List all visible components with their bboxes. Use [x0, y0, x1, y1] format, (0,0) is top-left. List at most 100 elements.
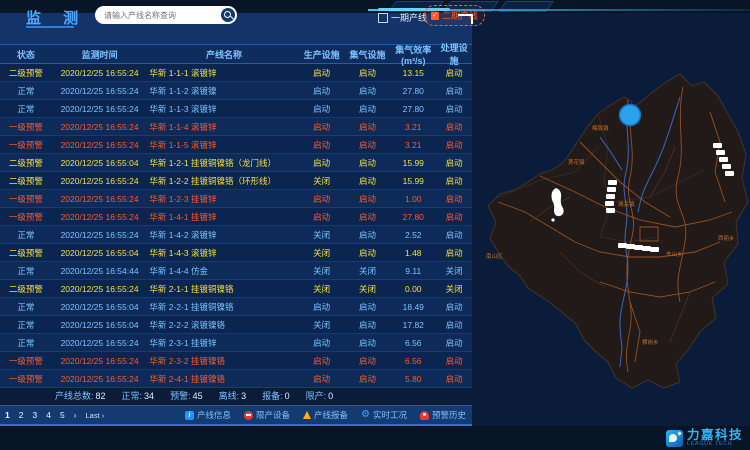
table-row[interactable]: 正常2020/12/25 16:55:24华新 1-1-3 滚镀锌启动启动27.… — [0, 100, 472, 118]
cell-name: 华新 1-2-1 挂镀铜镍铬（龙门线） — [147, 157, 298, 169]
cell-time: 2020/12/25 16:55:24 — [52, 122, 148, 132]
corner-bracket-decor — [458, 14, 473, 24]
page-button-3[interactable]: 3 — [32, 410, 37, 420]
cell-production: 启动 — [299, 301, 345, 313]
cell-efficiency: 6.56 — [390, 338, 436, 348]
cell-efficiency: 15.99 — [390, 158, 436, 168]
white-dot-marker — [551, 218, 554, 221]
cell-production: 启动 — [299, 211, 345, 223]
cell-time: 2020/12/25 16:55:24 — [52, 176, 148, 186]
cell-status: 正常 — [0, 337, 52, 349]
summary-item: 预警:45 — [170, 389, 203, 402]
table-row[interactable]: 一级预警2020/12/25 16:55:24华新 1-4-1 挂镀锌启动启动2… — [0, 208, 472, 226]
page-button-4[interactable]: 4 — [46, 410, 51, 420]
cell-gas-facility: 启动 — [345, 103, 391, 115]
cell-gas-facility: 启动 — [345, 121, 391, 133]
table-row[interactable]: 二级预警2020/12/25 16:55:04华新 1-2-1 挂镀铜镍铬（龙门… — [0, 154, 472, 172]
last-page-button[interactable]: Last › — [86, 411, 105, 420]
cell-name: 华新 1-1-4 滚镀锌 — [147, 121, 298, 133]
cell-gas-facility: 启动 — [345, 337, 391, 349]
cell-status: 一级预警 — [0, 211, 52, 223]
cell-production: 启动 — [299, 121, 345, 133]
table-row[interactable]: 正常2020/12/25 16:55:24华新 1-1-2 滚镀镍启动启动27.… — [0, 82, 472, 100]
phase2-button[interactable]: ✓ 二期产线 — [424, 5, 485, 26]
table-row[interactable]: 一级预警2020/12/25 16:55:24华新 1-1-5 滚镀锌启动启动3… — [0, 136, 472, 154]
table-row[interactable]: 一级预警2020/12/25 16:55:24华新 2-3-2 挂镀镍铬启动启动… — [0, 352, 472, 370]
cell-gas-facility: 启动 — [345, 301, 391, 313]
col-gas: 集气设施 — [345, 48, 391, 61]
cell-gas-facility: 启动 — [345, 373, 391, 385]
table-row[interactable]: 二级预警2020/12/25 16:55:24华新 1-2-2 挂镀铜镍铬（环形… — [0, 172, 472, 190]
col-eff: 集气效率(m³/s) — [390, 43, 436, 66]
cell-treatment: 启动 — [436, 175, 472, 187]
cell-time: 2020/12/25 16:55:04 — [52, 320, 148, 330]
cell-name: 华新 1-4-4 仿金 — [147, 265, 298, 277]
cell-efficiency: 27.80 — [390, 104, 436, 114]
table-row[interactable]: 一级预警2020/12/25 16:55:24华新 1-2-3 挂镀锌启动启动1… — [0, 190, 472, 208]
search-button[interactable] — [221, 8, 235, 22]
cell-time: 2020/12/25 16:55:24 — [52, 374, 148, 384]
legend-gear-button[interactable]: ⚙实时工况 — [361, 409, 407, 421]
cell-efficiency: 15.99 — [390, 176, 436, 186]
cell-status: 一级预警 — [0, 355, 52, 367]
table-row[interactable]: 二级预警2020/12/25 16:55:04华新 1-4-3 滚镀锌关闭启动1… — [0, 244, 472, 262]
cell-status: 正常 — [0, 301, 52, 313]
cell-treatment: 启动 — [436, 319, 472, 331]
cell-efficiency: 1.00 — [390, 194, 436, 204]
table-row[interactable]: 一级预警2020/12/25 16:55:24华新 1-1-4 滚镀锌启动启动3… — [0, 118, 472, 136]
next-page-button[interactable]: › — [74, 410, 77, 420]
cell-production: 启动 — [299, 355, 345, 367]
cell-name: 华新 2-4-1 挂镀镍铬 — [147, 373, 298, 385]
checkbox-checked-icon: ✓ — [431, 12, 439, 20]
page-title: 监 测 — [26, 7, 87, 28]
page-button-2[interactable]: 2 — [19, 410, 24, 420]
cell-production: 关闭 — [299, 265, 345, 277]
cell-time: 2020/12/25 16:55:24 — [52, 194, 148, 204]
cell-efficiency: 3.21 — [390, 140, 436, 150]
summary-item: 正常:34 — [122, 389, 155, 402]
cell-treatment: 启动 — [436, 85, 472, 97]
bottom-toolbar: 12345 › Last › i产线信息 限产设备 产线报备 ⚙实时工况 预警历史 — [0, 405, 472, 426]
summary-item: 离线:3 — [219, 389, 247, 402]
legend-info-button[interactable]: i产线信息 — [185, 409, 231, 421]
cell-production: 关闭 — [299, 319, 345, 331]
col-time: 监测时间 — [52, 48, 148, 61]
cell-time: 2020/12/25 16:55:24 — [52, 68, 148, 78]
cell-efficiency: 27.80 — [390, 86, 436, 96]
table-row[interactable]: 一级预警2020/12/25 16:55:24华新 2-4-1 挂镀镍铬启动启动… — [0, 370, 472, 388]
phase1-checkbox[interactable]: 一期产线 — [378, 11, 427, 24]
page-button-5[interactable]: 5 — [60, 410, 65, 420]
search-input[interactable] — [95, 11, 221, 20]
table-row[interactable]: 正常2020/12/25 16:54:44华新 1-4-4 仿金关闭关闭9.11… — [0, 262, 472, 280]
legend-label: 实时工况 — [373, 409, 407, 421]
legend-stop-button[interactable]: 限产设备 — [244, 409, 290, 421]
cell-status: 二级预警 — [0, 157, 52, 169]
page-button-1[interactable]: 1 — [5, 410, 10, 420]
cell-treatment: 启动 — [436, 121, 472, 133]
map-landmass — [488, 74, 748, 388]
table-row[interactable]: 二级预警2020/12/25 16:55:24华新 1-1-1 滚镀锌启动启动1… — [0, 64, 472, 82]
cell-time: 2020/12/25 16:55:24 — [52, 338, 148, 348]
legend-tri-button[interactable]: 产线报备 — [303, 409, 348, 421]
gear-icon: ⚙ — [361, 410, 370, 420]
legend-bell-button[interactable]: 预警历史 — [420, 409, 466, 421]
cell-efficiency: 6.56 — [390, 356, 436, 366]
table-row[interactable]: 正常2020/12/25 16:55:04华新 2-2-2 滚镀镍铬关闭启动17… — [0, 316, 472, 334]
map-panel[interactable]: 梅陇镇 莲花镇 城关镇 西丽乡 东山乡 南山区 横岗乡 — [480, 52, 750, 392]
cell-name: 华新 1-4-2 滚镀锌 — [147, 229, 298, 241]
table-row[interactable]: 正常2020/12/25 16:55:24华新 1-4-2 滚镀锌关闭启动2.5… — [0, 226, 472, 244]
info-icon: i — [185, 411, 194, 420]
table-row[interactable]: 二级预警2020/12/25 16:55:24华新 2-1-1 挂镀铜镍铬关闭关… — [0, 280, 472, 298]
table-row[interactable]: 正常2020/12/25 16:55:04华新 2-2-1 挂镀铜镍铬启动启动1… — [0, 298, 472, 316]
cell-treatment: 启动 — [436, 229, 472, 241]
cell-treatment: 启动 — [436, 193, 472, 205]
cell-status: 一级预警 — [0, 121, 52, 133]
cell-name: 华新 2-3-1 挂镀锌 — [147, 337, 298, 349]
cell-efficiency: 3.21 — [390, 122, 436, 132]
table-row[interactable]: 正常2020/12/25 16:55:24华新 2-3-1 挂镀锌启动启动6.5… — [0, 334, 472, 352]
cell-status: 二级预警 — [0, 247, 52, 259]
cluster-marker[interactable] — [620, 105, 641, 126]
summary-item: 报备:0 — [262, 389, 290, 402]
legend-label: 预警历史 — [432, 409, 466, 421]
cell-name: 华新 1-2-3 挂镀锌 — [147, 193, 298, 205]
